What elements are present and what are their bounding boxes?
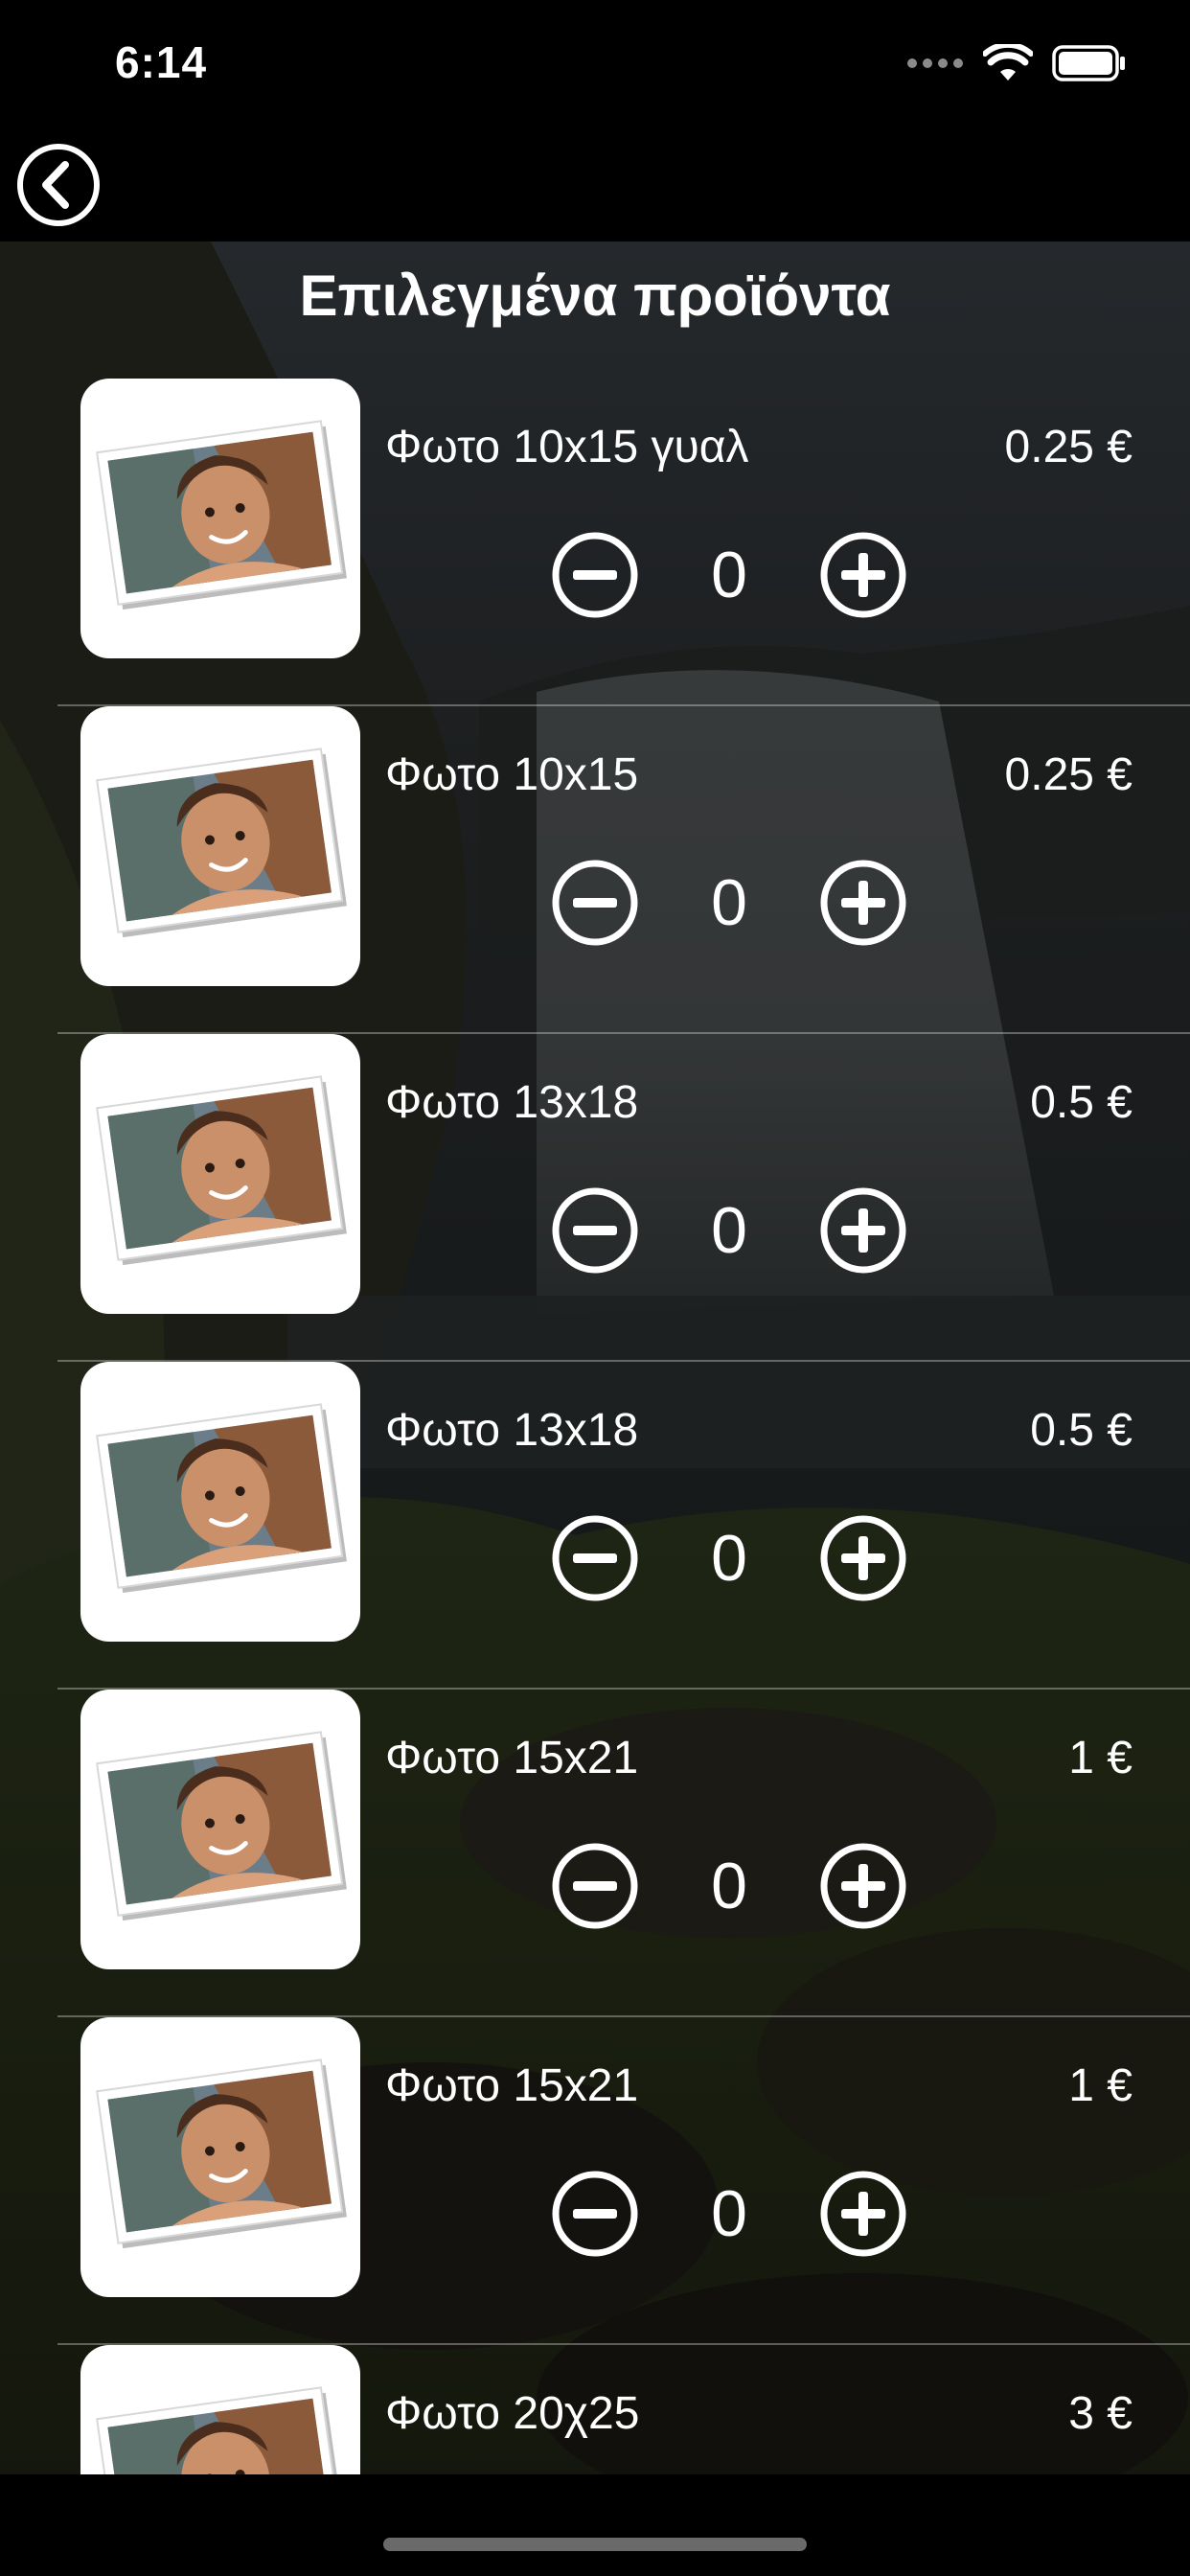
- product-row: Φωτο 10x15 γυαλ 0.25 € 0: [0, 379, 1190, 706]
- chevron-left-circle-icon: [17, 144, 100, 226]
- photo-print-icon: [96, 748, 347, 938]
- product-thumbnail: [80, 1690, 360, 1969]
- minus-circle-icon: [552, 1187, 638, 1274]
- minus-circle-icon: [552, 860, 638, 946]
- product-thumbnail: [80, 1034, 360, 1314]
- product-name: Φωτο 20χ25: [385, 2388, 640, 2439]
- minus-circle-icon: [552, 532, 638, 618]
- cellular-signal-icon: [907, 58, 963, 68]
- quantity-value: 0: [711, 866, 747, 939]
- increase-quantity-button[interactable]: [818, 2169, 908, 2259]
- increase-quantity-button[interactable]: [818, 1185, 908, 1276]
- quantity-stepper: 0: [550, 1185, 908, 1276]
- quantity-stepper: 0: [550, 1513, 908, 1603]
- plus-circle-icon: [820, 860, 906, 946]
- product-row: Φωτο 15x21 1 € 0: [0, 1690, 1190, 2017]
- product-name: Φωτο 10x15: [385, 749, 639, 800]
- wifi-icon: [983, 44, 1033, 80]
- decrease-quantity-button[interactable]: [550, 1841, 640, 1931]
- quantity-value: 0: [711, 539, 747, 611]
- quantity-value: 0: [711, 1850, 747, 1922]
- product-name: Φωτο 15x21: [385, 1733, 639, 1783]
- status-icons: [906, 42, 1127, 84]
- product-price: 0.5 €: [1030, 1405, 1133, 1456]
- navigation-bar: [0, 134, 1190, 242]
- product-row: Φωτο 15x21 1 € 0: [0, 2017, 1190, 2345]
- quantity-value: 0: [711, 1194, 747, 1267]
- photo-print-icon: [96, 1075, 347, 1266]
- minus-circle-icon: [552, 2171, 638, 2257]
- decrease-quantity-button[interactable]: [550, 2169, 640, 2259]
- product-thumbnail: [80, 379, 360, 658]
- product-name: Φωτο 13x18: [385, 1077, 639, 1128]
- content-area: Επιλεγμένα προϊόντα Φωτο 10x15 γυαλ 0.25…: [0, 242, 1190, 2474]
- product-name: Φωτο 13x18: [385, 1405, 639, 1456]
- product-price: 3 €: [1068, 2388, 1133, 2439]
- minus-circle-icon: [552, 1843, 638, 1929]
- photo-print-icon: [96, 1403, 347, 1594]
- increase-quantity-button[interactable]: [818, 858, 908, 948]
- status-time: 6:14: [115, 37, 208, 87]
- plus-circle-icon: [820, 1843, 906, 1929]
- photo-print-icon: [96, 2386, 347, 2474]
- product-price: 1 €: [1068, 2060, 1133, 2111]
- product-price: 0.25 €: [1004, 422, 1133, 472]
- plus-circle-icon: [820, 2171, 906, 2257]
- product-row: Φωτο 20χ25 3 €: [0, 2345, 1190, 2474]
- quantity-stepper: 0: [550, 2169, 908, 2259]
- status-bar: 6:14: [0, 0, 1190, 134]
- quantity-stepper: 0: [550, 530, 908, 620]
- increase-quantity-button[interactable]: [818, 1841, 908, 1931]
- home-indicator-area: [0, 2474, 1190, 2576]
- product-name: Φωτο 15x21: [385, 2060, 639, 2111]
- product-price: 0.5 €: [1030, 1077, 1133, 1128]
- decrease-quantity-button[interactable]: [550, 1185, 640, 1276]
- decrease-quantity-button[interactable]: [550, 1513, 640, 1603]
- decrease-quantity-button[interactable]: [550, 530, 640, 620]
- photo-print-icon: [96, 2058, 347, 2249]
- product-thumbnail: [80, 706, 360, 986]
- product-row: Φωτο 13x18 0.5 € 0: [0, 1362, 1190, 1690]
- quantity-stepper: 0: [550, 858, 908, 948]
- back-button[interactable]: [15, 142, 102, 228]
- product-thumbnail: [80, 2345, 360, 2474]
- minus-circle-icon: [552, 1515, 638, 1601]
- product-list: Φωτο 10x15 γυαλ 0.25 € 0 Φωτο 10x15 0.25…: [0, 379, 1190, 2474]
- product-selection-screen: 6:14 Επιλεγμένα προϊόντα Φωτο 10x15 γυαλ…: [0, 0, 1190, 2576]
- page-title: Επιλεγμένα προϊόντα: [299, 264, 891, 328]
- home-indicator[interactable]: [383, 2538, 807, 2551]
- product-thumbnail: [80, 2017, 360, 2297]
- quantity-value: 0: [711, 2177, 747, 2250]
- product-row: Φωτο 13x18 0.5 € 0: [0, 1034, 1190, 1362]
- product-thumbnail: [80, 1362, 360, 1642]
- product-price: 1 €: [1068, 1733, 1133, 1783]
- photo-print-icon: [96, 1731, 347, 1921]
- battery-icon: [1052, 45, 1125, 81]
- product-name: Φωτο 10x15 γυαλ: [385, 422, 749, 472]
- increase-quantity-button[interactable]: [818, 530, 908, 620]
- decrease-quantity-button[interactable]: [550, 858, 640, 948]
- product-row: Φωτο 10x15 0.25 € 0: [0, 706, 1190, 1034]
- product-price: 0.25 €: [1004, 749, 1133, 800]
- increase-quantity-button[interactable]: [818, 1513, 908, 1603]
- quantity-stepper: 0: [550, 1841, 908, 1931]
- plus-circle-icon: [820, 532, 906, 618]
- quantity-value: 0: [711, 1522, 747, 1595]
- plus-circle-icon: [820, 1187, 906, 1274]
- plus-circle-icon: [820, 1515, 906, 1601]
- photo-print-icon: [96, 420, 347, 610]
